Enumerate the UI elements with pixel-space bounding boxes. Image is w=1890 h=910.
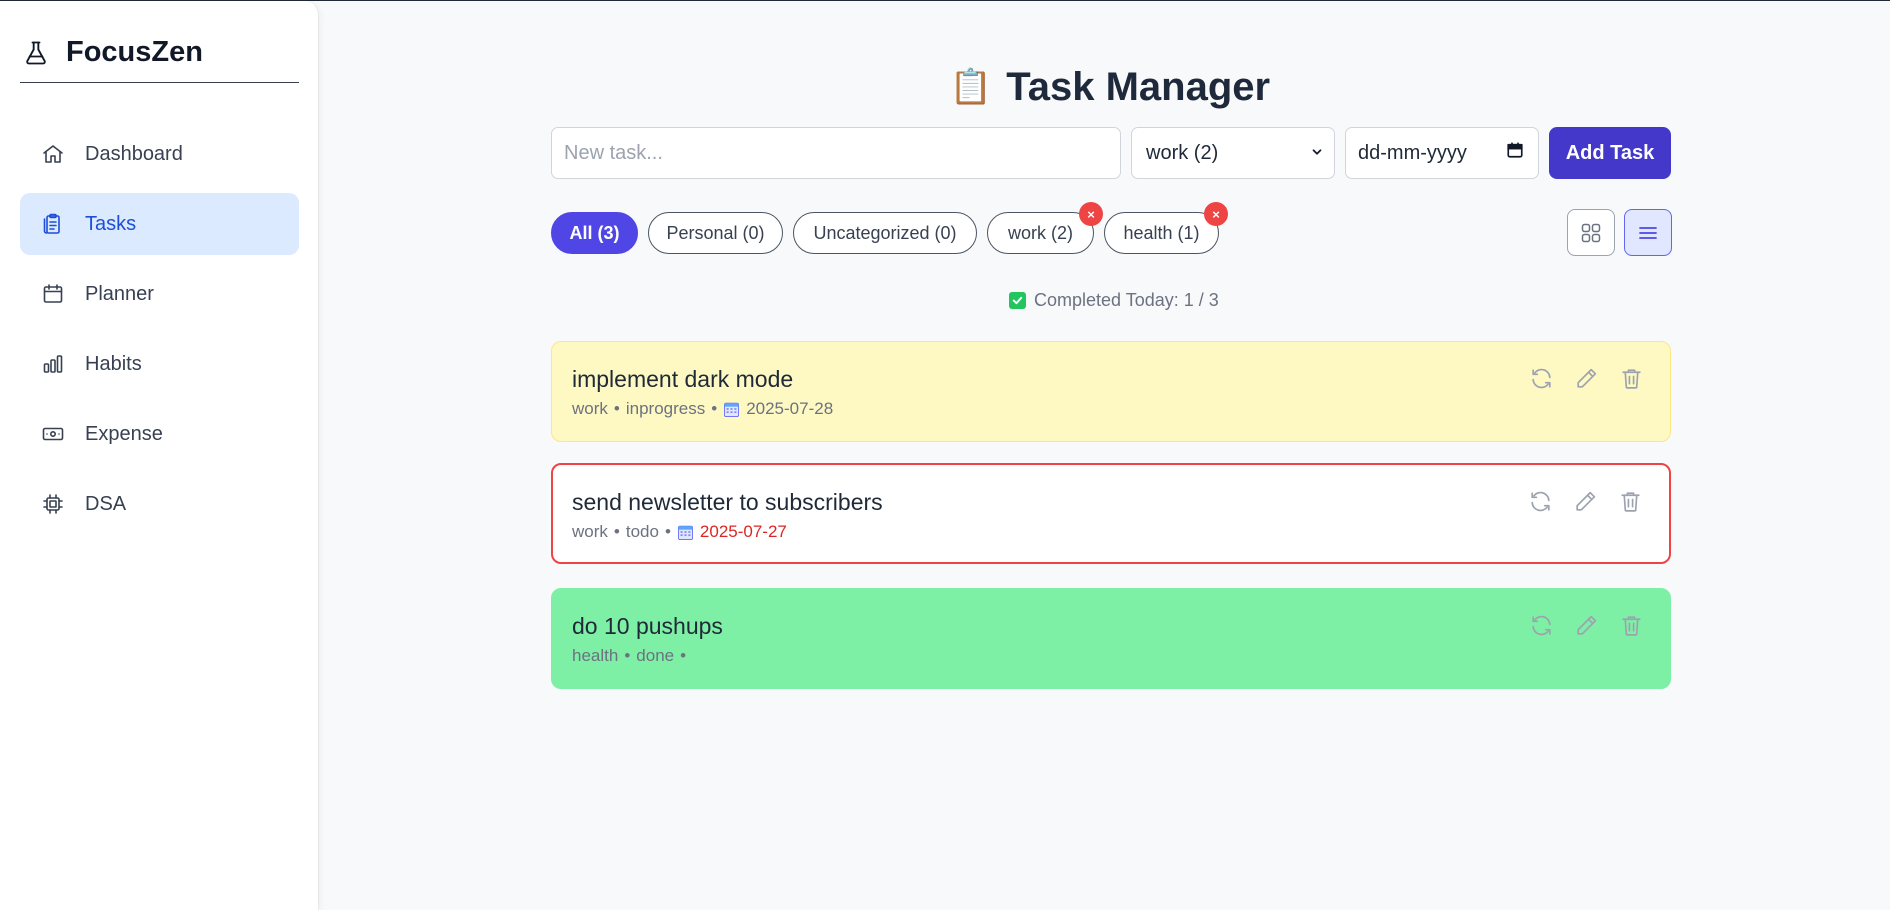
flask-icon <box>22 39 50 67</box>
cash-icon <box>41 422 65 446</box>
task-due-date: 2025-07-28 <box>746 399 834 418</box>
filter-chip-work[interactable]: work (2) <box>987 212 1094 254</box>
home-icon <box>41 142 65 166</box>
sidebar-item-planner[interactable]: Planner <box>20 263 299 325</box>
task-meta: health • done • <box>572 646 1650 666</box>
filter-chip-uncategorized[interactable]: Uncategorized (0) <box>793 212 977 254</box>
task-category: work <box>572 522 608 541</box>
task-category: work <box>572 399 608 418</box>
task-title: do 10 pushups <box>572 613 723 639</box>
trash-icon[interactable] <box>1618 489 1643 514</box>
checkmark-icon <box>1009 291 1026 309</box>
app-name: FocusZen <box>66 36 203 68</box>
calendar-icon <box>41 282 65 306</box>
separator: • <box>624 646 631 665</box>
filter-chip-health[interactable]: health (1) <box>1104 212 1219 254</box>
sidebar-item-label: Expense <box>85 422 163 445</box>
bar-chart-icon <box>41 352 65 376</box>
chevron-down-icon <box>1310 142 1324 165</box>
task-meta: work • inprogress • 2025-07-28 <box>572 399 1650 419</box>
refresh-icon[interactable] <box>1528 489 1553 514</box>
filter-chip-personal[interactable]: Personal (0) <box>648 212 783 254</box>
new-task-input[interactable] <box>551 127 1121 179</box>
due-date-input[interactable]: dd-mm-yyyy <box>1345 127 1539 179</box>
page-header: 📋 Task Manager <box>550 61 1670 113</box>
sidebar-item-habits[interactable]: Habits <box>20 333 299 395</box>
edit-pencil-icon[interactable] <box>1574 366 1599 391</box>
task-card[interactable]: do 10 pushups health • done • <box>551 588 1671 689</box>
task-actions <box>1528 489 1643 514</box>
completed-today-text: Completed Today: 1 / 3 <box>1034 289 1219 310</box>
page-title: Task Manager <box>1006 64 1271 109</box>
task-title: send newsletter to subscribers <box>572 489 883 515</box>
task-meta: work • todo • 2025-07-27 <box>572 522 1649 542</box>
sidebar: FocusZen Dashboard Tasks Planner Habits <box>0 1 319 910</box>
separator: • <box>664 522 671 541</box>
clipboard-icon <box>41 212 65 236</box>
task-status: inprogress <box>625 399 706 418</box>
calendar-picker-icon[interactable] <box>1506 141 1524 165</box>
sidebar-item-label: DSA <box>85 492 127 515</box>
task-actions <box>1529 613 1644 638</box>
refresh-icon[interactable] <box>1529 366 1554 391</box>
task-category: health <box>572 646 619 665</box>
date-placeholder: dd-mm-yyyy <box>1358 141 1467 164</box>
sidebar-item-label: Dashboard <box>85 142 183 165</box>
list-view-icon <box>1636 221 1660 245</box>
sidebar-item-expense[interactable]: Expense <box>20 403 299 465</box>
category-select[interactable]: work (2) <box>1131 127 1335 179</box>
chip-icon <box>41 492 65 516</box>
edit-pencil-icon[interactable] <box>1573 489 1598 514</box>
sidebar-item-dsa[interactable]: DSA <box>20 473 299 535</box>
brand[interactable]: FocusZen <box>20 23 299 83</box>
list-view-button[interactable] <box>1624 209 1672 256</box>
sidebar-item-label: Habits <box>85 352 142 375</box>
separator: • <box>613 522 620 541</box>
task-status: todo <box>625 522 659 541</box>
task-card[interactable]: send newsletter to subscribers work • to… <box>551 463 1671 564</box>
refresh-icon[interactable] <box>1529 613 1554 638</box>
sidebar-item-label: Tasks <box>85 212 137 235</box>
sidebar-item-dashboard[interactable]: Dashboard <box>20 123 299 185</box>
grid-view-button[interactable] <box>1567 209 1615 256</box>
remove-category-health-button[interactable]: × <box>1204 202 1228 226</box>
filter-chip-all[interactable]: All (3) <box>551 212 638 254</box>
separator: • <box>680 646 687 665</box>
task-due-date-overdue: 2025-07-27 <box>699 522 787 541</box>
calendar-emoji-icon <box>677 524 694 541</box>
separator: • <box>613 399 620 418</box>
trash-icon[interactable] <box>1619 366 1644 391</box>
edit-pencil-icon[interactable] <box>1574 613 1599 638</box>
task-title: implement dark mode <box>572 366 794 392</box>
completed-today: Completed Today: 1 / 3 <box>1009 288 1219 312</box>
remove-category-work-button[interactable]: × <box>1079 202 1103 226</box>
trash-icon[interactable] <box>1619 613 1644 638</box>
sidebar-nav: Dashboard Tasks Planner Habits Expense D… <box>20 123 299 543</box>
task-card[interactable]: implement dark mode work • inprogress • … <box>551 341 1671 442</box>
task-actions <box>1529 366 1644 391</box>
category-select-value: work (2) <box>1146 141 1219 164</box>
add-task-button[interactable]: Add Task <box>1549 127 1671 179</box>
calendar-emoji-icon <box>723 401 740 418</box>
sidebar-item-tasks[interactable]: Tasks <box>20 193 299 255</box>
clipboard-emoji-icon: 📋 <box>949 67 993 107</box>
grid-view-icon <box>1579 221 1603 245</box>
sidebar-item-label: Planner <box>85 282 154 305</box>
separator: • <box>711 399 718 418</box>
task-status: done <box>636 646 675 665</box>
